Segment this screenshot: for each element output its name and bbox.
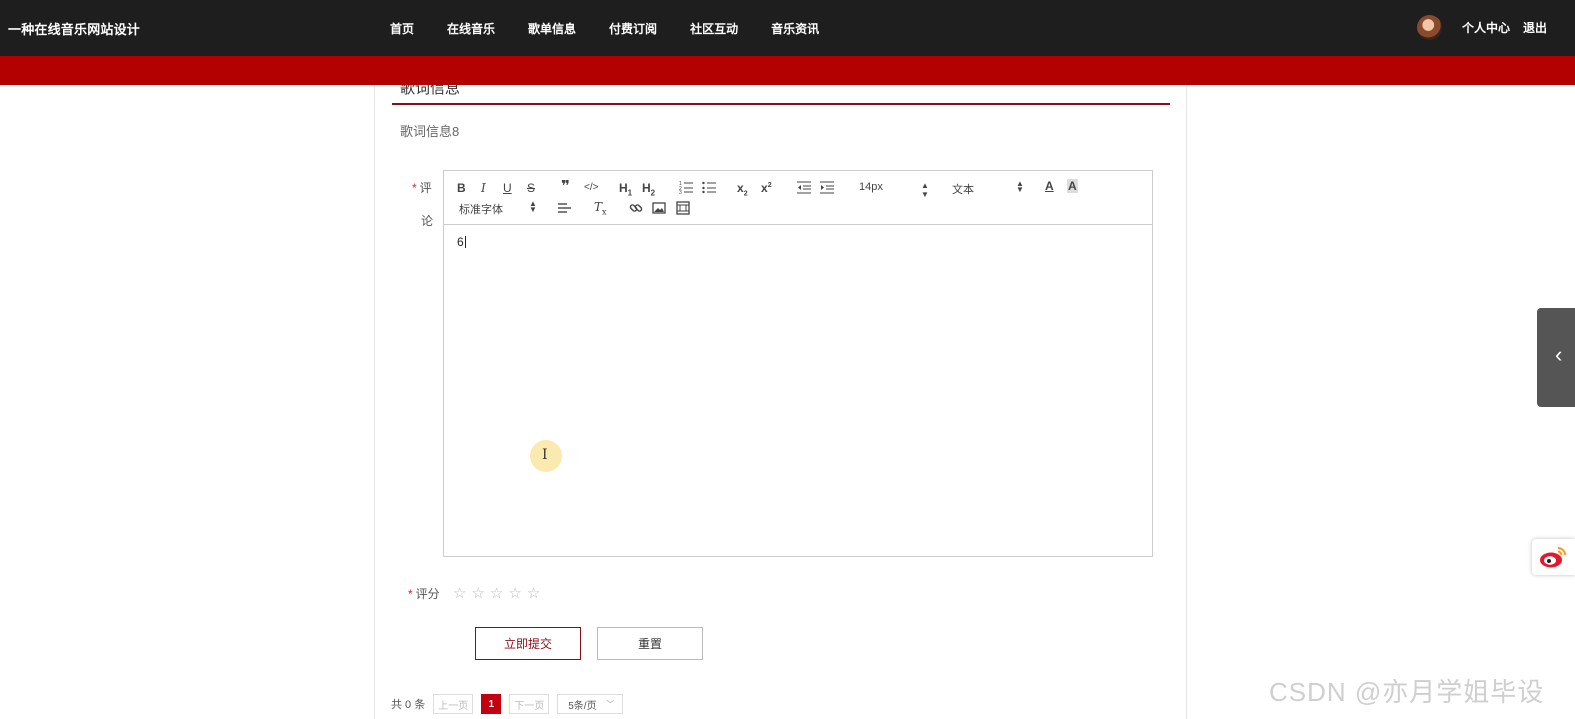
star-icon[interactable]: ☆ [453, 584, 466, 602]
header1-icon[interactable]: H1 [619, 181, 632, 200]
watermark: CSDN @亦月学姐毕设 [1269, 677, 1545, 707]
avatar[interactable] [1416, 15, 1442, 40]
star-icon[interactable]: ☆ [471, 584, 484, 602]
site-title[interactable]: 一种在线音乐网站设计 [8, 19, 140, 38]
star-icon[interactable]: ☆ [508, 584, 521, 602]
indent-icon[interactable] [820, 180, 834, 194]
side-collapse-tab[interactable]: ‹ [1537, 308, 1575, 407]
editor-toolbar: B I U S ❞ </> H1 H2 123 x2 x2 14px ▲ ▼ 文… [444, 171, 1152, 225]
user-area: 个人中心 退出 [1416, 15, 1547, 40]
nav-community[interactable]: 社区互动 [690, 20, 738, 37]
weibo-share-button[interactable] [1532, 539, 1575, 575]
submit-button[interactable]: 立即提交 [475, 627, 581, 660]
text-cursor-icon: I [542, 447, 548, 463]
logout-link[interactable]: 退出 [1523, 19, 1547, 36]
comment-label-line2: 论 [421, 214, 434, 228]
text-caret [464, 236, 466, 248]
reset-button[interactable]: 重置 [597, 627, 703, 660]
background-color-icon[interactable]: A [1067, 179, 1078, 193]
svg-text:3: 3 [679, 190, 682, 194]
page-size-select[interactable]: 5条/页 ﹀ [557, 694, 624, 714]
nav-online-music[interactable]: 在线音乐 [447, 20, 495, 37]
select-arrows-icon: ▲ ▼ [921, 181, 929, 199]
main-nav: 首页 在线音乐 歌单信息 付费订阅 社区互动 音乐资讯 [390, 20, 852, 37]
select-arrows-icon: ▲ ▼ [1016, 179, 1024, 194]
image-icon[interactable] [652, 201, 666, 215]
editor-content[interactable]: 6 [457, 235, 466, 249]
rating-label: * 评分 [408, 587, 440, 601]
nav-home[interactable]: 首页 [390, 20, 414, 37]
current-page[interactable]: 1 [481, 694, 502, 714]
nav-music-news[interactable]: 音乐资讯 [771, 20, 819, 37]
top-navbar: 一种在线音乐网站设计 首页 在线音乐 歌单信息 付费订阅 社区互动 音乐资讯 个… [0, 0, 1575, 56]
detail-panel: 歌词信息 歌词信息8 * 评 论 B I U S ❞ </> H1 H2 123 … [374, 85, 1187, 719]
align-icon[interactable] [558, 201, 572, 215]
blockquote-icon[interactable]: ❞ [561, 179, 570, 194]
link-icon[interactable] [629, 201, 643, 215]
user-center-link[interactable]: 个人中心 [1462, 19, 1510, 36]
select-arrows-icon: ▲ ▼ [529, 199, 537, 214]
superscript-icon[interactable]: x2 [761, 179, 772, 195]
next-page-button[interactable]: 下一页 [509, 694, 550, 714]
nav-subscription[interactable]: 付费订阅 [609, 20, 657, 37]
code-block-icon[interactable]: </> [584, 181, 598, 195]
star-icon[interactable]: ☆ [490, 584, 503, 602]
strike-icon[interactable]: S [527, 181, 535, 195]
outdent-icon[interactable] [797, 180, 811, 194]
chevron-left-icon: ‹ [1555, 342, 1563, 367]
underline-icon[interactable]: U [503, 181, 512, 195]
bold-icon[interactable]: B [457, 181, 466, 195]
subscript-icon[interactable]: x2 [737, 181, 748, 201]
clean-format-icon[interactable]: Tx [594, 200, 607, 219]
font-family-select[interactable]: 标准字体 ▲ ▼ [459, 199, 539, 217]
required-mark: * [412, 181, 417, 195]
header2-icon[interactable]: H2 [642, 181, 655, 200]
total-count: 共 0 条 [391, 699, 426, 711]
ordered-list-icon[interactable]: 123 [679, 180, 693, 194]
chevron-down-icon: ﹀ [606, 699, 615, 709]
mouse-cursor-highlight: I [530, 440, 562, 472]
star-icon[interactable]: ☆ [527, 584, 540, 602]
weibo-icon [1540, 547, 1566, 568]
section-title: 歌词信息 [400, 85, 461, 97]
prev-page-button[interactable]: 上一页 [433, 694, 474, 714]
lyrics-text: 歌词信息8 [400, 124, 460, 139]
font-size-select[interactable]: 14px ▲ ▼ [859, 181, 929, 199]
pagination: 共 0 条 上一页 1 下一页 5条/页 ﹀ [391, 694, 624, 714]
video-icon[interactable] [676, 201, 690, 215]
section-header: 歌词信息 [392, 85, 1170, 105]
rating-stars: ☆ ☆ ☆ ☆ ☆ [453, 584, 545, 602]
red-banner [0, 56, 1575, 85]
italic-icon[interactable]: I [481, 181, 486, 195]
nav-playlists[interactable]: 歌单信息 [528, 20, 576, 37]
font-color-icon[interactable]: A [1045, 179, 1054, 193]
rich-text-editor: B I U S ❞ </> H1 H2 123 x2 x2 14px ▲ ▼ 文… [443, 170, 1153, 557]
comment-label: * 评 [412, 181, 432, 195]
bullet-list-icon[interactable] [702, 180, 716, 194]
header-select[interactable]: 文本 ▲ ▼ [952, 179, 1024, 197]
